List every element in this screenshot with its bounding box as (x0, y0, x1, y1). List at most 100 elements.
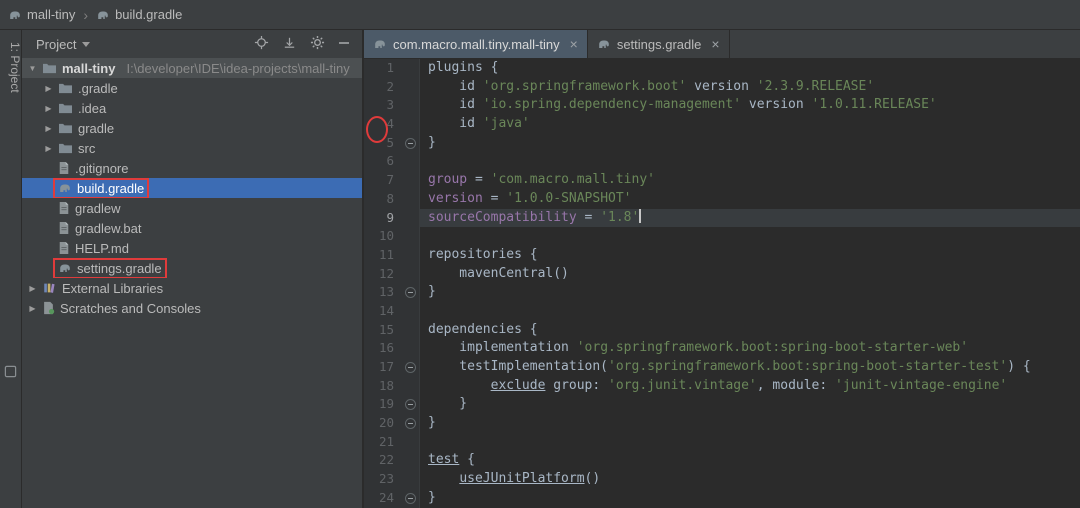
code-line-12[interactable]: 12 mavenCentral() (364, 264, 1080, 284)
gradle-icon (58, 261, 72, 275)
code-line-20[interactable]: 20} (364, 414, 1080, 433)
code-line-2[interactable]: 2 id 'org.springframework.boot' version … (364, 77, 1080, 97)
tree-item-label: gradle (78, 120, 115, 136)
fold-gutter (402, 77, 420, 97)
code-line-11[interactable]: 11 repositories { (364, 245, 1080, 265)
project-root-path: I:\developer\IDE\idea-projects\mall-tiny (126, 60, 350, 76)
code-line-22[interactable]: 22 test { (364, 451, 1080, 471)
tree-item--idea[interactable]: ▶ .idea (22, 98, 362, 118)
tree-collapsed-arrow-icon[interactable]: ▶ (42, 144, 55, 153)
tree-item-gradle[interactable]: ▶ gradle (22, 118, 362, 138)
fold-marker-icon[interactable] (405, 399, 416, 411)
code-text: sourceCompatibility = '1.8' (420, 208, 1080, 228)
tree-item-label: External Libraries (62, 280, 164, 296)
line-number: 10 (364, 227, 402, 246)
breadcrumb-item[interactable]: build.gradle (96, 7, 182, 22)
navigation-bar: mall-tiny › build.gradle (0, 0, 1080, 30)
code-line-16[interactable]: 16 implementation 'org.springframework.b… (364, 339, 1080, 358)
tree-collapsed-arrow-icon[interactable]: ▶ (42, 124, 55, 133)
code-line-19[interactable]: 19 } (364, 395, 1080, 415)
gradle-icon (597, 37, 611, 51)
code-text: mavenCentral() (428, 265, 569, 281)
line-number: 20 (364, 414, 402, 433)
tab-label: settings.gradle (616, 36, 702, 52)
project-tree: ▼ mall-tiny I:\developer\IDE\idea-projects… (22, 58, 362, 508)
tree-item-label: mall-tiny (62, 60, 116, 76)
tree-collapsed-arrow-icon[interactable]: ▶ (26, 304, 39, 313)
fold-marker-icon[interactable] (405, 492, 416, 504)
code-line-9[interactable]: 9 sourceCompatibility = '1.8' (364, 208, 1080, 228)
tree-item-src[interactable]: ▶ src (22, 138, 362, 158)
tree-item-content: .gitignore (55, 160, 131, 177)
code-line-23[interactable]: 23 useJUnitPlatform() (364, 470, 1080, 489)
hide-button[interactable] (338, 37, 350, 52)
code-line-24[interactable]: 24} (364, 488, 1080, 508)
tree-item--gitignore[interactable]: .gitignore (22, 158, 362, 178)
tab-close-icon[interactable]: × (711, 37, 719, 51)
tree-item-settings-gradle[interactable]: settings.gradle (22, 258, 362, 278)
code-text: testImplementation('org.springframework.… (428, 359, 1031, 374)
file-icon (58, 221, 70, 235)
tree-item-scratches-and-consoles[interactable]: ▶ Scratches and Consoles (22, 298, 362, 318)
tree-item-mall-tiny[interactable]: ▼ mall-tiny I:\developer\IDE\idea-projects… (22, 58, 362, 78)
code-line-15[interactable]: 15 dependencies { (364, 320, 1080, 340)
tree-item-build-gradle[interactable]: build.gradle (22, 178, 362, 198)
collapse-all-button[interactable] (282, 35, 297, 53)
code-line-14[interactable]: 14 (364, 301, 1080, 321)
editor-tab-com-macro-mall-tiny-mall-tiny[interactable]: com.macro.mall.tiny.mall-tiny × (364, 30, 588, 58)
fold-gutter (402, 395, 420, 415)
scratch-icon (42, 301, 55, 315)
code-line-3[interactable]: 3 id 'io.spring.dependency-management' v… (364, 96, 1080, 116)
tree-collapsed-arrow-icon[interactable]: ▶ (26, 284, 39, 293)
project-toolwindow-button[interactable]: 1: Project (0, 34, 22, 99)
tree-expanded-arrow-icon[interactable]: ▼ (26, 64, 39, 73)
tree-collapsed-arrow-icon[interactable]: ▶ (42, 84, 55, 93)
left-toolwindow-stripe: 1: Project (0, 30, 22, 508)
code-line-18[interactable]: 18 exclude group: 'org.junit.vintage', m… (364, 376, 1080, 396)
gradle-icon (96, 8, 110, 22)
project-panel-title: Project (36, 36, 77, 52)
project-view-selector[interactable]: Project (36, 36, 91, 52)
fold-marker-icon[interactable] (405, 361, 416, 373)
code-line-4[interactable]: 4 id 'java' (364, 115, 1080, 134)
code-line-17[interactable]: 17 testImplementation('org.springframewo… (364, 358, 1080, 377)
tab-close-icon[interactable]: × (570, 37, 578, 51)
editor-tab-settings-gradle[interactable]: settings.gradle × (588, 30, 730, 58)
toolwindow-stripe-icon[interactable] (4, 365, 17, 378)
project-panel: Project ▼ mall-tiny I:\developer\IDE\idea-… (22, 30, 363, 508)
annotation-red-box: build.gradle (55, 180, 147, 197)
fold-marker-icon[interactable] (405, 137, 416, 149)
locate-button[interactable] (254, 35, 269, 53)
code-text: repositories { (428, 246, 538, 262)
code-line-13[interactable]: 13} (364, 283, 1080, 302)
code-line-21[interactable]: 21 (364, 432, 1080, 452)
tree-item-gradlew[interactable]: gradlew (22, 198, 362, 218)
fold-marker-icon[interactable] (405, 417, 416, 429)
fold-gutter (402, 283, 420, 302)
code-text: id 'io.spring.dependency-management' ver… (428, 97, 937, 113)
code-line-7[interactable]: 7 group = 'com.macro.mall.tiny' (364, 171, 1080, 190)
tree-item-help-md[interactable]: HELP.md (22, 238, 362, 258)
line-number: 3 (364, 96, 402, 116)
editor-body[interactable]: 1 plugins {2 id 'org.springframework.boot… (364, 59, 1080, 508)
code-line-8[interactable]: 8 version = '1.0.0-SNAPSHOT' (364, 189, 1080, 209)
tree-collapsed-arrow-icon[interactable]: ▶ (42, 104, 55, 113)
tree-item-label: .gradle (78, 80, 118, 96)
settings-button[interactable] (310, 35, 325, 53)
tree-item--gradle[interactable]: ▶ .gradle (22, 78, 362, 98)
code-line-6[interactable]: 6 (364, 152, 1080, 172)
tree-item-external-libraries[interactable]: ▶ External Libraries (22, 278, 362, 298)
breadcrumb-item[interactable]: mall-tiny (8, 7, 75, 22)
code-line-10[interactable]: 10 (364, 227, 1080, 246)
code-text: test { (428, 452, 475, 468)
tree-item-content: src (55, 140, 98, 157)
folder-icon (42, 62, 57, 75)
line-number: 18 (364, 376, 402, 396)
code-line-1[interactable]: 1 plugins { (364, 59, 1080, 78)
fold-marker-icon[interactable] (405, 287, 416, 299)
line-number: 8 (364, 189, 402, 209)
fold-gutter (402, 358, 420, 377)
tree-item-gradlew-bat[interactable]: gradlew.bat (22, 218, 362, 238)
gradle-icon (8, 8, 22, 22)
code-line-5[interactable]: 5} (364, 133, 1080, 153)
